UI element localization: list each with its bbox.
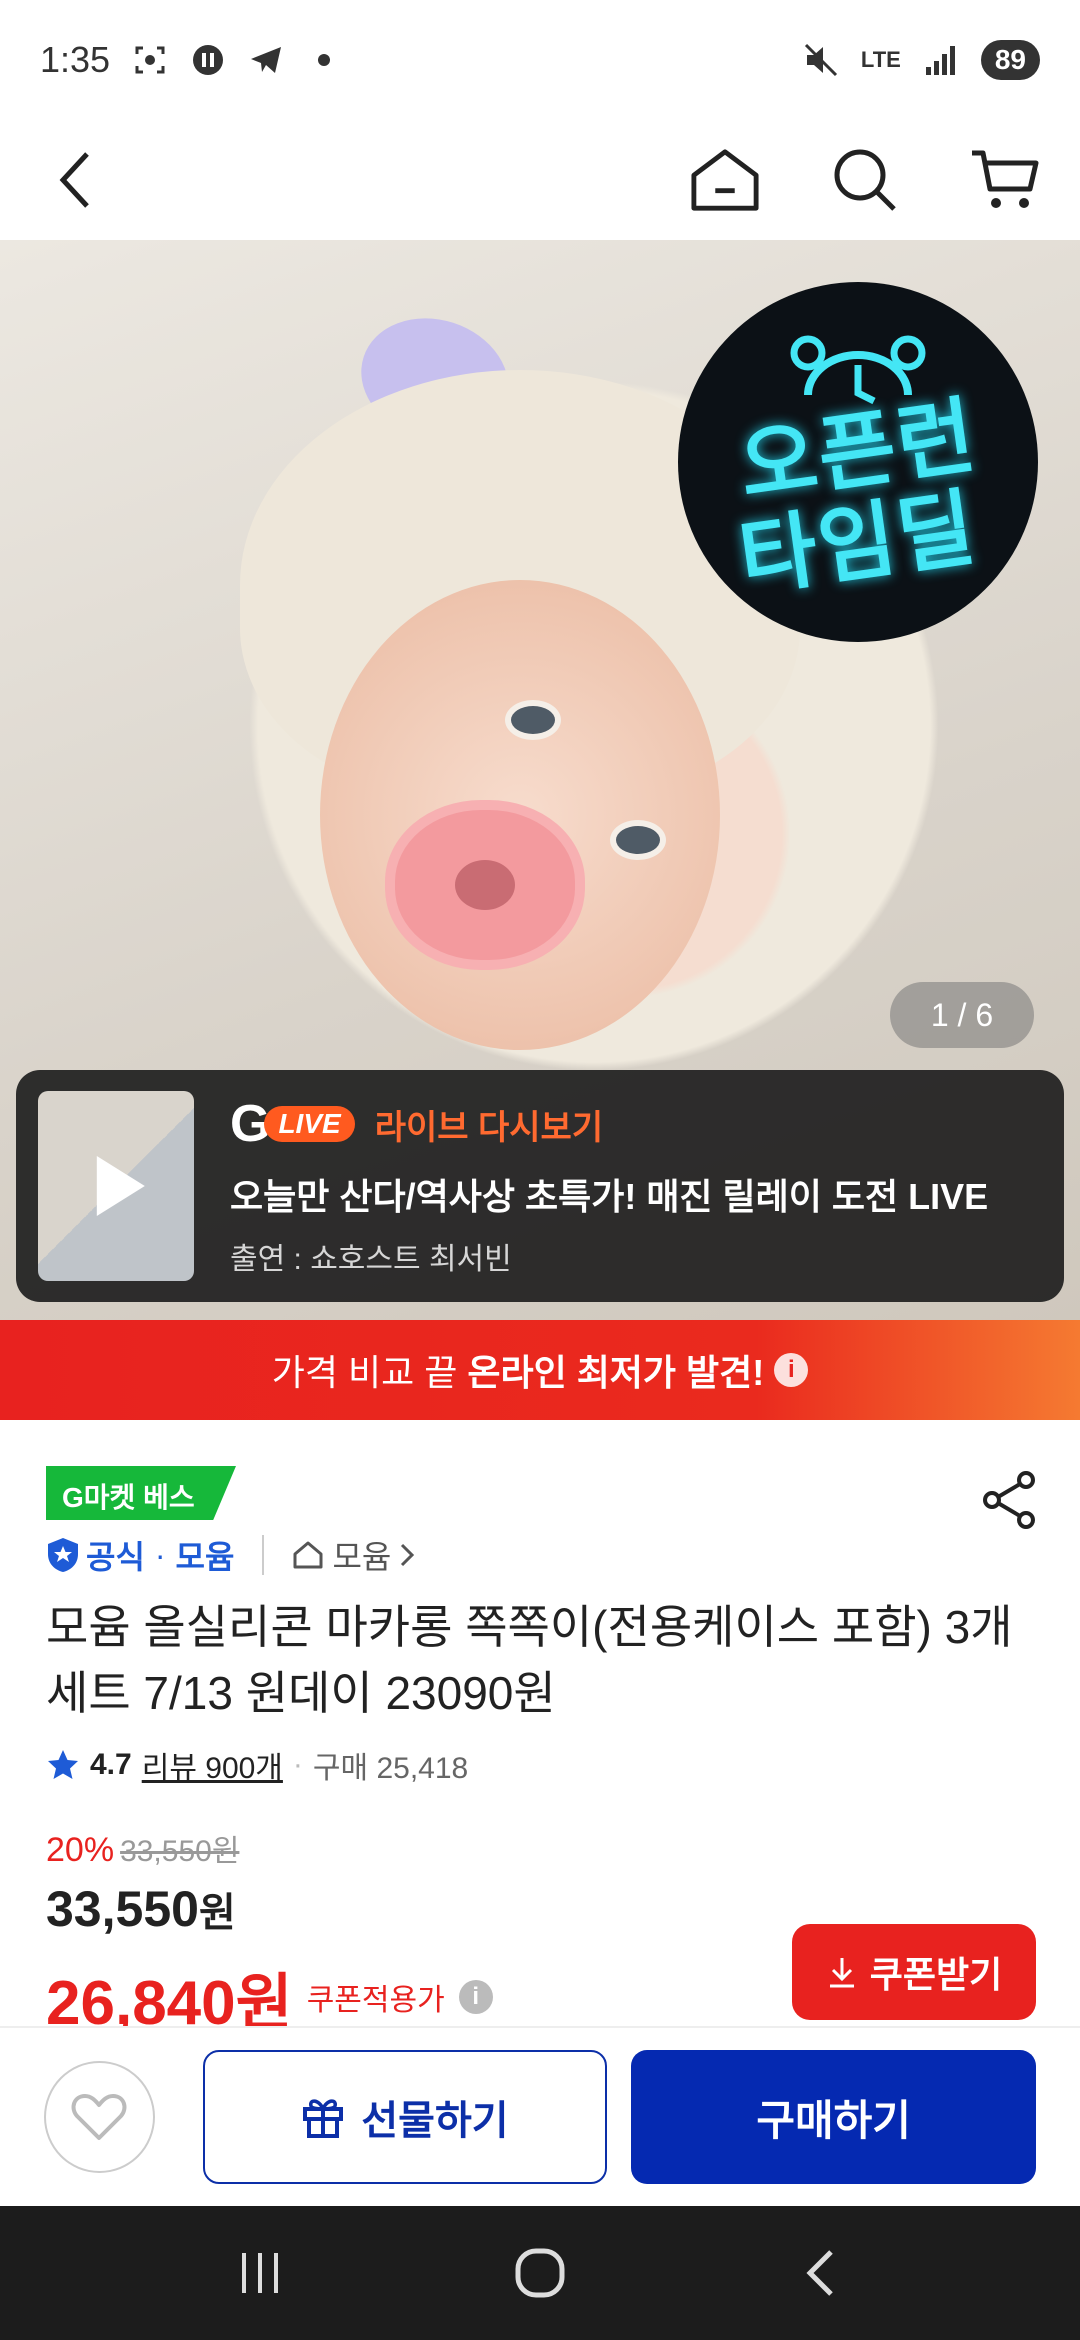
home-button-icon[interactable] xyxy=(500,2233,580,2313)
discount-row: 20% 33,550원 xyxy=(46,1826,239,1870)
rating-score: 4.7 xyxy=(90,1748,132,1781)
live-replay-banner[interactable]: G LIVE 라이브 다시보기 오늘만 산다/역사상 초특가! 매진 릴레이 도… xyxy=(16,1070,1064,1302)
play-icon xyxy=(96,1156,145,1216)
gift-button-label: 선물하기 xyxy=(361,2099,509,2143)
store-link[interactable]: 모윰 xyxy=(292,1532,415,1578)
bottom-action-bar: 선물하기 구매하기 xyxy=(0,2026,1080,2206)
top-nav xyxy=(0,120,1080,240)
app-notification-icon xyxy=(190,42,226,78)
back-button-icon[interactable] xyxy=(780,2233,860,2313)
buy-button[interactable]: 구매하기 xyxy=(631,2050,1036,2184)
chevron-right-icon xyxy=(401,1543,415,1567)
brand-name-link[interactable]: 모윰 xyxy=(176,1532,235,1578)
live-thumbnail[interactable] xyxy=(38,1091,194,1281)
lowest-price-banner[interactable]: 가격 비교 끝 온라인 최저가 발견! i xyxy=(0,1320,1080,1420)
divider xyxy=(262,1535,265,1575)
gmarket-best-badge: G마켓 베스트 xyxy=(46,1466,236,1520)
official-label: 공식 xyxy=(86,1539,145,1575)
wishlist-button[interactable] xyxy=(44,2061,155,2173)
share-icon[interactable] xyxy=(980,1470,1040,1530)
live-host: 출연 : 쇼호스트 최서빈 xyxy=(230,1243,512,1276)
coupon-price-label: 쿠폰적용가 xyxy=(306,1984,445,2017)
baby-left-eye xyxy=(505,700,561,740)
info-icon[interactable]: i xyxy=(774,1353,809,1387)
store-home-icon xyxy=(293,1541,323,1569)
signal-icon xyxy=(923,42,959,78)
screenshot-icon xyxy=(132,42,168,78)
price-banner-prefix: 가격 비교 끝 xyxy=(271,1352,458,1393)
cart-icon[interactable] xyxy=(970,145,1040,215)
download-icon xyxy=(829,1958,854,1988)
official-badge: 공식 xyxy=(46,1532,145,1578)
carousel-page-indicator: 1 / 6 xyxy=(890,982,1034,1048)
discount-rate: 20% xyxy=(46,1831,115,1869)
separator-dot: · xyxy=(292,1748,303,1781)
live-title: 오늘만 산다/역사상 초특가! 매진 릴레이 도전 LIVE xyxy=(230,1176,989,1217)
status-time: 1:35 xyxy=(40,39,111,80)
mute-icon xyxy=(803,42,839,78)
telegram-icon xyxy=(248,42,284,78)
back-icon[interactable] xyxy=(40,145,110,215)
gift-icon xyxy=(303,2099,344,2138)
info-icon[interactable]: i xyxy=(458,1980,493,2014)
coupon-download-button[interactable]: 쿠폰받기 xyxy=(792,1924,1036,2020)
separator-dot: · xyxy=(154,1536,166,1573)
home-icon[interactable] xyxy=(690,145,760,215)
product-title: 모윰 올실리콘 마카롱 쪽쪽이(전용케이스 포함) 3개세트 7/13 원데이 … xyxy=(46,1601,1013,1719)
store-name: 모윰 xyxy=(332,1539,392,1575)
live-replay-label: 라이브 다시보기 xyxy=(374,1108,604,1147)
brand-row: 공식 · 모윰 모윰 xyxy=(46,1530,415,1580)
heart-icon xyxy=(71,2094,127,2140)
gift-button[interactable]: 선물하기 xyxy=(202,2050,608,2184)
alarm-clock-icon xyxy=(790,335,926,405)
baby-right-eye xyxy=(610,820,666,860)
status-bar: 1:35 LTE 89 xyxy=(0,0,1080,120)
purchase-count: 구매 25,418 xyxy=(312,1752,469,1785)
search-icon[interactable] xyxy=(830,145,900,215)
sale-price-value: 33,550 xyxy=(46,1881,199,1937)
battery-icon: 89 xyxy=(980,40,1040,80)
shield-star-icon xyxy=(48,1538,78,1572)
recent-apps-icon[interactable] xyxy=(220,2233,300,2313)
pink-pacifier-image xyxy=(385,800,585,970)
price-banner-highlight: 온라인 최저가 발견! xyxy=(467,1352,765,1393)
sale-price-unit: 원 xyxy=(198,1891,236,1935)
open-run-timedeal-badge: 오픈런 타임딜 xyxy=(678,282,1038,642)
system-nav-bar xyxy=(0,2206,1080,2340)
rating-row: 4.7 리뷰 900개 · 구매 25,418 xyxy=(46,1740,468,1790)
dot-icon xyxy=(306,42,342,78)
sale-price: 33,550원 xyxy=(46,1880,236,1938)
review-count-link[interactable]: 리뷰 900개 xyxy=(142,1743,283,1787)
lte-icon: LTE xyxy=(860,47,901,72)
original-price: 33,550원 xyxy=(120,1835,240,1868)
live-pill: LIVE xyxy=(264,1106,355,1142)
coupon-button-label: 쿠폰받기 xyxy=(869,1954,1003,1995)
star-icon xyxy=(48,1750,78,1779)
